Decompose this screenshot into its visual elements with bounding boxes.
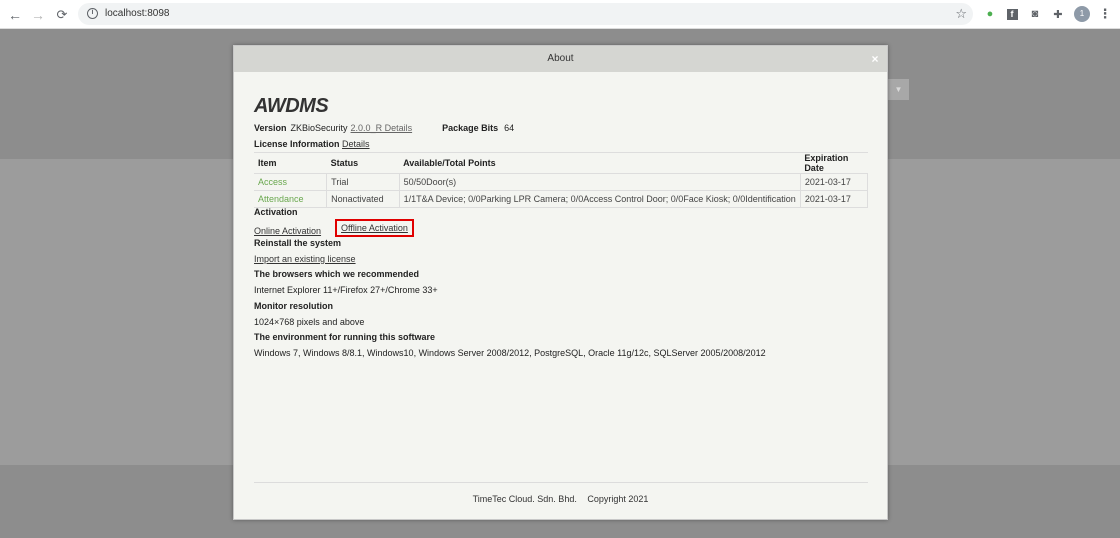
table-row: Access Trial 50/50Door(s) 2021-03-17 <box>254 173 869 191</box>
forward-icon[interactable]: → <box>27 0 49 29</box>
version-row: Version ZKBioSecurity 2.0.0_R Details Packa… <box>254 122 514 134</box>
item-access-link[interactable]: Access <box>254 173 327 191</box>
address-bar[interactable]: i localhost:8098 ☆ <box>78 3 973 25</box>
import-license-link[interactable]: Import an existing license <box>254 253 356 265</box>
close-icon[interactable]: × <box>869 53 881 65</box>
expiration-cell: 2021-03-17 <box>799 190 869 208</box>
browser-menu-icon[interactable]: ⋮ <box>1098 5 1112 23</box>
footer-copyright: Copyright 2021 <box>587 494 649 504</box>
table-header-row: Item Status Available/Total Points Expir… <box>254 152 868 174</box>
footer-divider <box>254 482 868 483</box>
points-cell: 1/1T&A Device; 0/0Parking LPR Camera; 0/… <box>398 190 801 208</box>
license-row: License Information Details <box>254 138 370 150</box>
column-header-item: Item <box>254 152 327 174</box>
package-bits-label: Package Bits <box>442 123 499 133</box>
environment-value: Windows 7, Windows 8/8.1, Windows10, Win… <box>254 348 766 358</box>
extension-camera-icon[interactable]: ◙ <box>1027 6 1043 22</box>
status-cell: Trial <box>326 173 400 191</box>
monitor-value: 1024×768 pixels and above <box>254 317 365 327</box>
activation-label: Activation <box>254 207 298 217</box>
environment-label: The environment for running this softwar… <box>254 332 436 342</box>
online-activation-link[interactable]: Online Activation <box>254 226 321 236</box>
browser-toolbar: ← → ⟳ i localhost:8098 ☆ ● f ◙ ✚ 1 ⋮ <box>0 0 1120 29</box>
status-cell: Nonactivated <box>326 190 400 208</box>
version-value: ZKBioSecurity <box>290 123 348 133</box>
extensions-puzzle-icon[interactable]: ✚ <box>1050 6 1066 22</box>
offline-activation-link[interactable]: Offline Activation <box>341 223 408 233</box>
dropdown-arrow-icon: ▼ <box>888 79 909 100</box>
points-cell: 50/50Door(s) <box>398 173 801 191</box>
dialog-footer: TimeTec Cloud. Sdn. Bhd. Copyright 2021 <box>234 494 887 504</box>
package-bits-value: 64 <box>504 123 515 133</box>
back-icon[interactable]: ← <box>4 0 26 29</box>
bookmark-star-icon[interactable]: ☆ <box>955 6 967 22</box>
license-label: License Information <box>254 139 340 149</box>
column-header-points: Available/Total Points <box>399 152 801 174</box>
url-text[interactable]: localhost:8098 <box>105 7 170 21</box>
reinstall-label: Reinstall the system <box>254 238 342 248</box>
dialog-title: About <box>547 53 574 64</box>
monitor-label: Monitor resolution <box>254 301 333 311</box>
profile-avatar[interactable]: 1 <box>1074 6 1090 22</box>
extension-chat-icon[interactable]: ● <box>982 6 998 22</box>
highlight-box: Offline Activation <box>335 219 414 237</box>
version-label: Version <box>254 123 287 133</box>
version-details-link[interactable]: 2.0.0_R Details <box>351 123 413 133</box>
browsers-value: Internet Explorer 11+/Firefox 27+/Chrome… <box>254 285 438 295</box>
reload-icon[interactable]: ⟳ <box>51 0 73 29</box>
awdms-logo: AWDMS <box>254 95 329 117</box>
site-info-icon[interactable]: i <box>87 8 98 19</box>
dialog-header: About × <box>234 46 887 72</box>
license-table: Item Status Available/Total Points Expir… <box>254 152 869 208</box>
extension-facebook-icon[interactable]: f <box>1004 6 1020 22</box>
footer-company: TimeTec Cloud. Sdn. Bhd. <box>472 494 577 504</box>
browsers-label: The browsers which we recommended <box>254 269 420 279</box>
expiration-cell: 2021-03-17 <box>799 173 869 191</box>
item-attendance-link[interactable]: Attendance <box>254 190 327 208</box>
table-row: Attendance Nonactivated 1/1T&A Device; 0… <box>254 190 869 208</box>
column-header-status: Status <box>326 152 400 174</box>
license-details-link[interactable]: Details <box>342 139 370 149</box>
column-header-expiration: Expiration Date <box>800 152 868 174</box>
about-dialog: About × AWDMS Version ZKBioSecurity 2.0.0_… <box>233 45 888 520</box>
